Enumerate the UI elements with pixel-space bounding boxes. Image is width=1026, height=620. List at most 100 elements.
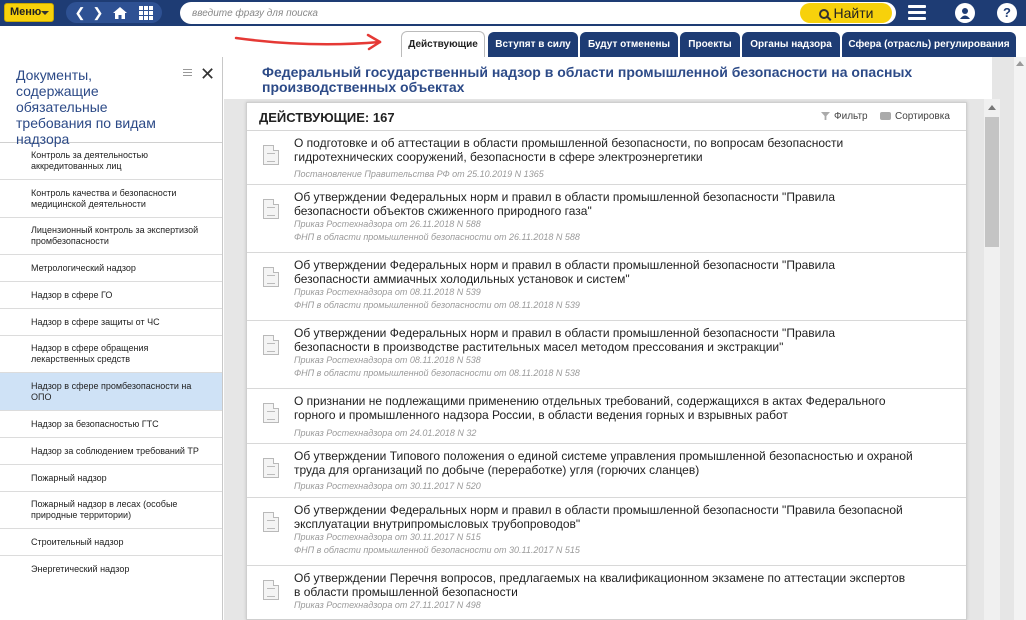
apps-grid-icon[interactable] [136, 4, 156, 21]
find-label: Найти [833, 5, 874, 21]
documents-list: О подготовке и об аттестации в области п… [247, 131, 966, 619]
scroll-thumb[interactable] [985, 117, 999, 247]
document-title[interactable]: Об утверждении Федеральных норм и правил… [294, 326, 914, 354]
document-item[interactable]: Об утверждении Перечня вопросов, предлаг… [247, 566, 966, 619]
document-icon [263, 512, 279, 532]
home-icon[interactable] [110, 4, 130, 21]
tabs-row: Действующие Вступят в силу Будут отменен… [0, 26, 1026, 57]
document-meta: Приказ Ростехнадзора от 30.11.2017 N 515 [294, 532, 481, 542]
red-arrow-annotation [234, 33, 382, 51]
help-icon[interactable]: ? [997, 3, 1017, 23]
document-icon [263, 199, 279, 219]
sidebar-item-metrology[interactable]: Метрологический надзор [0, 255, 222, 282]
document-meta: ФНП в области промышленной безопасности … [294, 232, 580, 242]
close-icon[interactable]: ✕ [200, 65, 215, 83]
user-icon[interactable] [955, 3, 975, 23]
document-title[interactable]: О признании не подлежащими применению от… [294, 394, 914, 422]
sidebar-item-medical-quality[interactable]: Контроль качества и безопасности медицин… [0, 180, 222, 218]
document-item[interactable]: О подготовке и об аттестации в области п… [247, 131, 966, 185]
document-item[interactable]: Об утверждении Федеральных норм и правил… [247, 321, 966, 389]
page-title: Федеральный государственный надзор в обл… [262, 64, 913, 95]
sidebar-item-forest-fire[interactable]: Пожарный надзор в лесах (особые природны… [0, 492, 222, 529]
documents-scrollbar[interactable] [984, 99, 1000, 620]
caret-down-icon [41, 11, 49, 15]
tab-projects[interactable]: Проекты [680, 32, 740, 57]
sidebar-item-industrial-safety[interactable]: Надзор в сфере промбезопасности на ОПО [0, 373, 222, 411]
documents-toolbar: ДЕЙСТВУЮЩИЕ: 167 Фильтр Сортировка [247, 103, 966, 131]
forward-arrow-icon[interactable]: ❯ [90, 4, 106, 21]
scroll-up-icon[interactable] [1016, 61, 1024, 66]
document-item[interactable]: Об утверждении Федеральных норм и правил… [247, 498, 966, 566]
sidebar-item-license-expertise[interactable]: Лицензионный контроль за экспертизой про… [0, 218, 222, 255]
document-title[interactable]: Об утверждении Федеральных норм и правил… [294, 190, 914, 218]
document-title[interactable]: Об утверждении Федеральных норм и правил… [294, 503, 914, 531]
document-icon [263, 145, 279, 165]
navigation-group: ❮ ❯ [66, 2, 162, 23]
document-meta: ФНП в области промышленной безопасности … [294, 368, 580, 378]
document-meta: Постановление Правительства РФ от 25.10.… [294, 169, 544, 179]
document-meta: Приказ Ростехнадзора от 24.01.2018 N 32 [294, 428, 477, 438]
document-meta: Приказ Ростехнадзора от 27.11.2017 N 498 [294, 600, 481, 610]
sidebar-item-construction[interactable]: Строительный надзор [0, 529, 222, 556]
sidebar-title: Документы, содержащие обязательные требо… [16, 67, 156, 147]
document-meta: Приказ Ростехнадзора от 26.11.2018 N 588 [294, 219, 481, 229]
document-meta: Приказ Ростехнадзора от 30.11.2017 N 520 [294, 481, 481, 491]
filter-icon [821, 112, 830, 120]
documents-count: ДЕЙСТВУЮЩИЕ: 167 [259, 110, 395, 125]
sidebar-item-emergencies[interactable]: Надзор в сфере защиты от ЧС [0, 309, 222, 336]
sort-button[interactable]: Сортировка [880, 111, 950, 122]
search-box: Найти [180, 2, 896, 24]
list-menu-icon[interactable] [183, 69, 192, 78]
document-meta: Приказ Ростехнадзора от 08.11.2018 N 538 [294, 355, 481, 365]
tab-regulation-sphere[interactable]: Сфера (отрасль) регулирования [842, 32, 1016, 57]
tab-supervisory-bodies[interactable]: Органы надзора [742, 32, 840, 57]
filter-button[interactable]: Фильтр [821, 111, 868, 122]
search-input[interactable] [192, 5, 792, 21]
top-bar: Меню ❮ ❯ Найти ? [0, 0, 1026, 26]
documents-panel: ДЕЙСТВУЮЩИЕ: 167 Фильтр Сортировка О под… [246, 102, 967, 620]
main-content: Федеральный государственный надзор в обл… [224, 57, 1026, 620]
sort-label: Сортировка [895, 111, 950, 122]
sidebar: Документы, содержащие обязательные требо… [0, 57, 223, 620]
menu-button[interactable]: Меню [4, 3, 54, 22]
help-label: ? [1003, 5, 1011, 20]
document-title[interactable]: О подготовке и об аттестации в области п… [294, 136, 914, 164]
hamburger-menu-icon[interactable] [908, 5, 926, 20]
document-title[interactable]: Об утверждении Федеральных норм и правил… [294, 258, 914, 286]
document-item[interactable]: Об утверждении Типового положения о един… [247, 444, 966, 498]
sidebar-list: Контроль за деятельностью аккредитованны… [0, 143, 222, 583]
sidebar-item-fire[interactable]: Пожарный надзор [0, 465, 222, 492]
document-icon [263, 580, 279, 600]
sidebar-item-energy[interactable]: Энергетический надзор [0, 556, 222, 583]
document-icon [263, 458, 279, 478]
search-icon [818, 9, 829, 19]
document-title[interactable]: Об утверждении Перечня вопросов, предлаг… [294, 571, 914, 599]
sidebar-item-medicines[interactable]: Надзор в сфере обращения лекарственных с… [0, 336, 222, 373]
sidebar-item-technical-regulations[interactable]: Надзор за соблюдением требований ТР [0, 438, 222, 465]
scroll-up-icon[interactable] [988, 105, 996, 110]
document-item[interactable]: Об утверждении Федеральных норм и правил… [247, 185, 966, 253]
menu-label: Меню [10, 6, 42, 18]
document-icon [263, 403, 279, 423]
main-header: Федеральный государственный надзор в обл… [224, 57, 992, 99]
sidebar-item-civil-defense[interactable]: Надзор в сфере ГО [0, 282, 222, 309]
page-scrollbar[interactable] [1014, 57, 1026, 620]
tab-coming-into-force[interactable]: Вступят в силу [488, 32, 578, 57]
sidebar-item-hydraulic-structures[interactable]: Надзор за безопасностью ГТС [0, 411, 222, 438]
back-arrow-icon[interactable]: ❮ [72, 4, 88, 21]
document-meta: Приказ Ростехнадзора от 08.11.2018 N 539 [294, 287, 481, 297]
tab-to-be-cancelled[interactable]: Будут отменены [580, 32, 678, 57]
filter-label: Фильтр [834, 111, 868, 122]
tab-active-documents[interactable]: Действующие [401, 31, 485, 57]
sort-icon [880, 112, 891, 120]
document-meta: ФНП в области промышленной безопасности … [294, 545, 580, 555]
sidebar-item-accredited-control[interactable]: Контроль за деятельностью аккредитованны… [0, 143, 222, 180]
sidebar-header: Документы, содержащие обязательные требо… [0, 57, 222, 147]
document-icon [263, 267, 279, 287]
document-item[interactable]: Об утверждении Федеральных норм и правил… [247, 253, 966, 321]
document-meta: ФНП в области промышленной безопасности … [294, 300, 580, 310]
document-title[interactable]: Об утверждении Типового положения о един… [294, 449, 914, 477]
document-item[interactable]: О признании не подлежащими применению от… [247, 389, 966, 444]
document-icon [263, 335, 279, 355]
find-button[interactable]: Найти [800, 3, 892, 23]
